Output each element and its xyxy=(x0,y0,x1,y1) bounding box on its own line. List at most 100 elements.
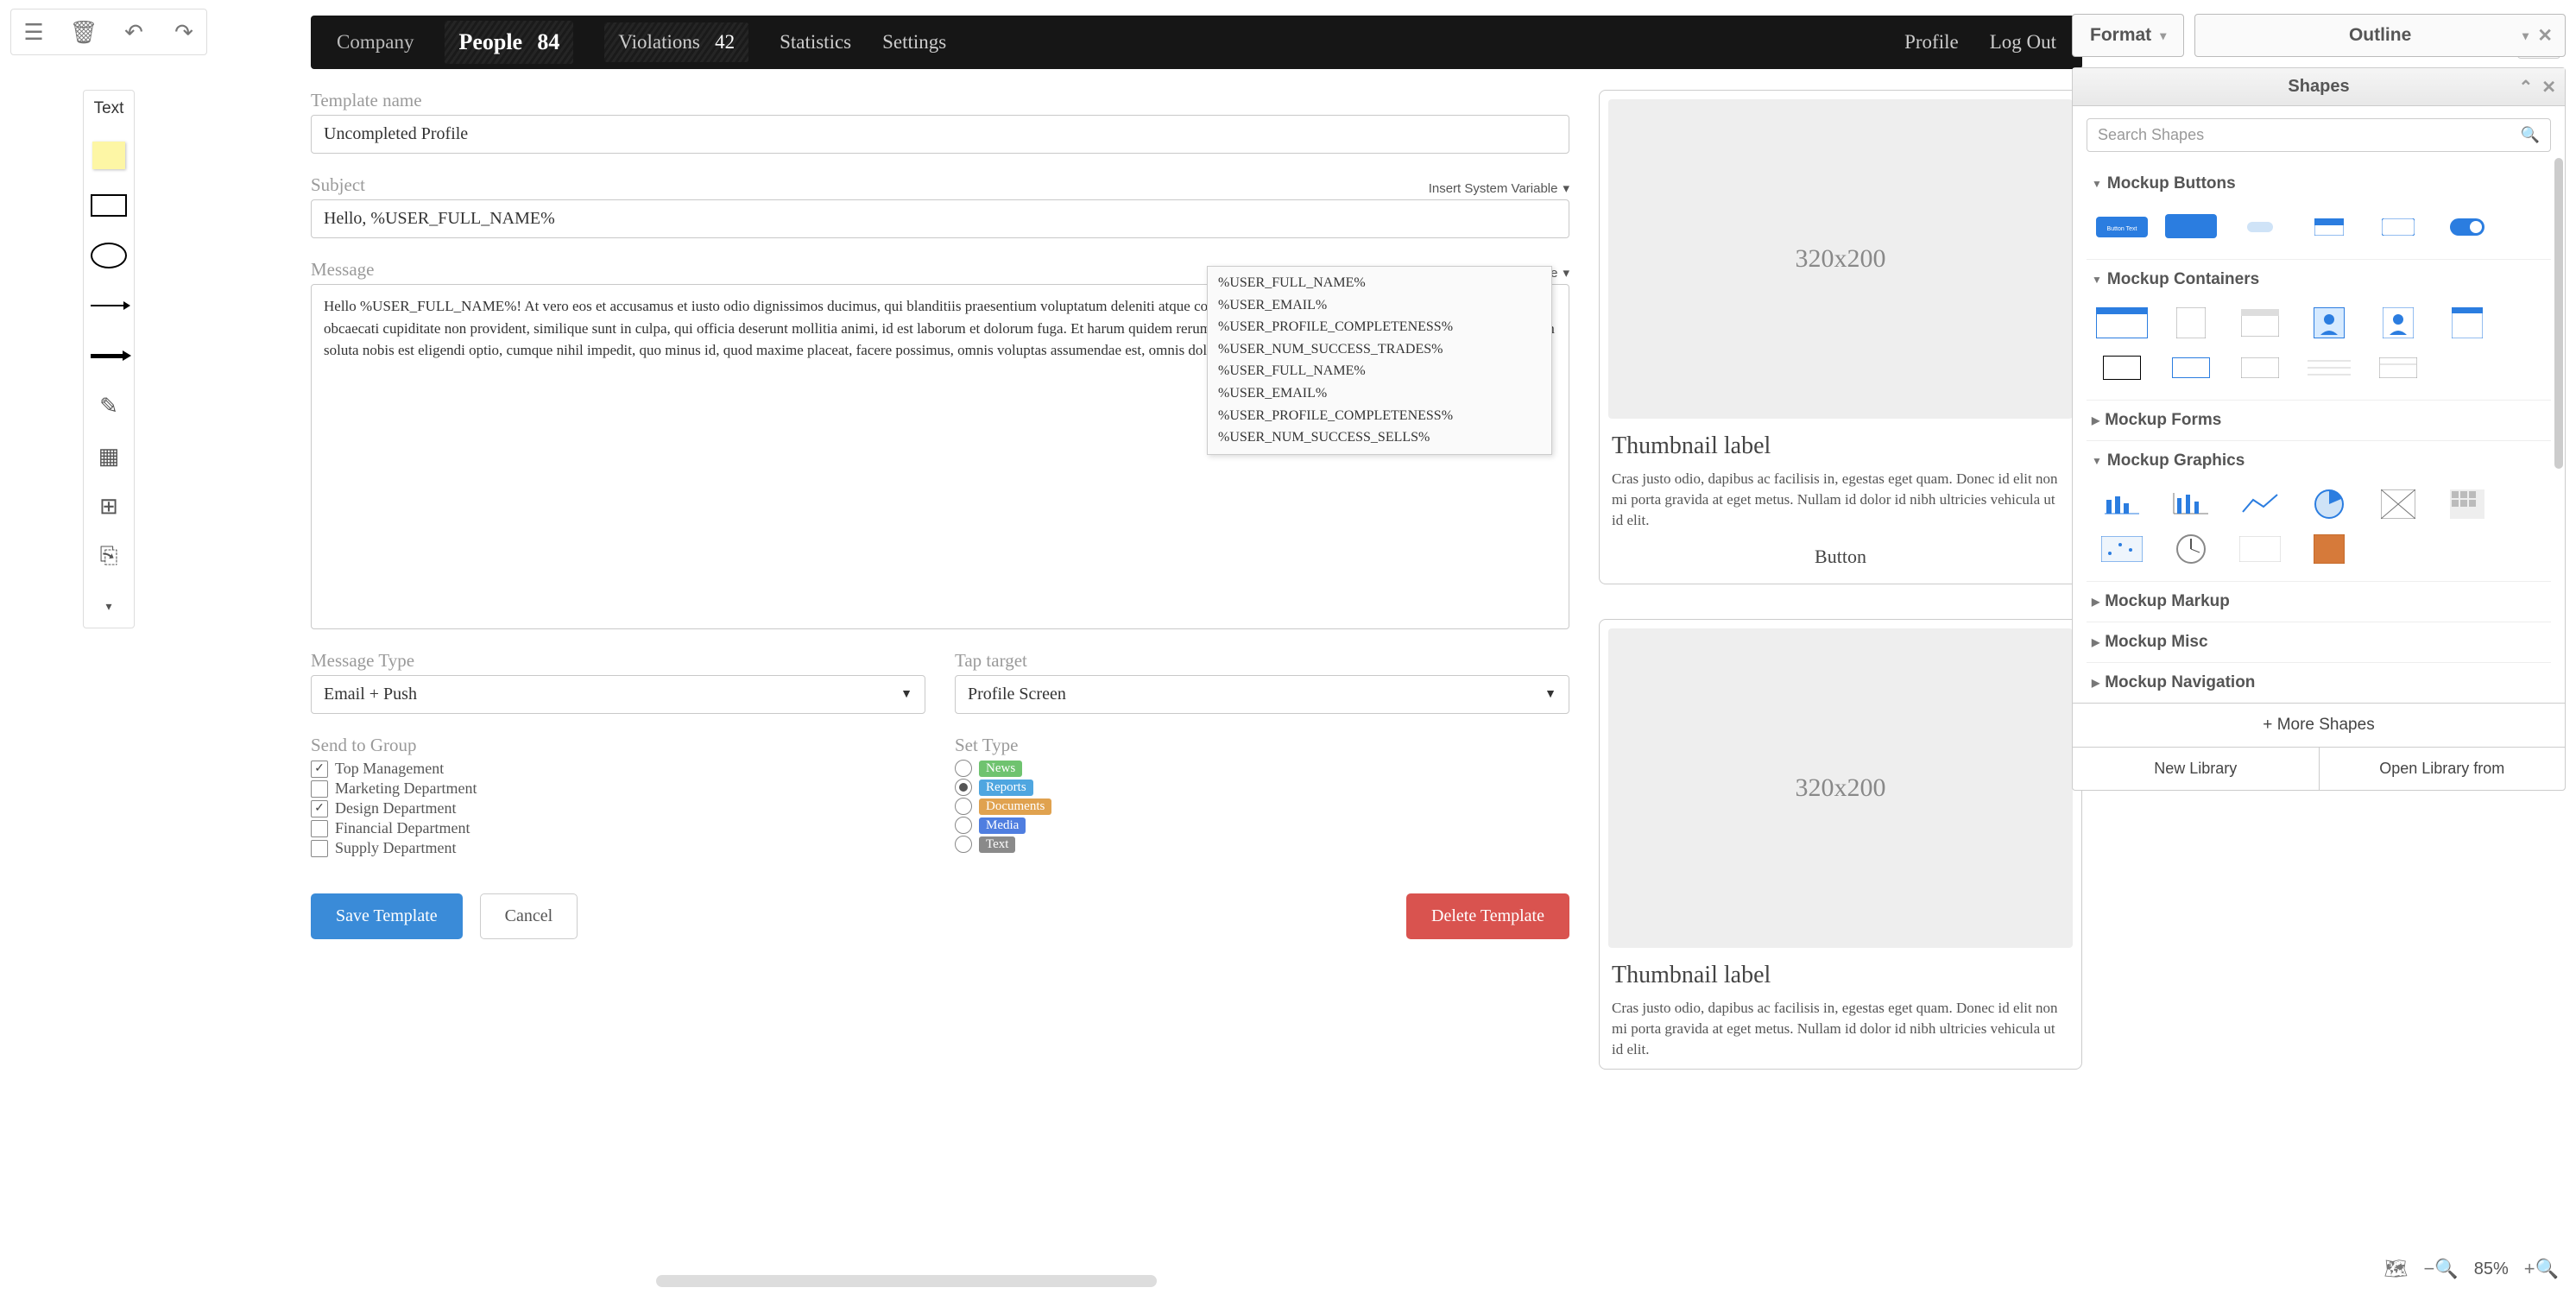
text-tool[interactable]: Text xyxy=(94,99,124,118)
category-header[interactable]: ▶Mockup Forms xyxy=(2087,400,2551,440)
shape-scatter[interactable] xyxy=(2092,531,2152,567)
message-type-select[interactable]: Email + Push ▼ xyxy=(311,675,925,714)
type-radio-item[interactable]: Documents xyxy=(955,798,1569,815)
new-library-button[interactable]: New Library xyxy=(2073,748,2320,790)
shape-avatar[interactable] xyxy=(2368,305,2428,341)
open-library-button[interactable]: Open Library from xyxy=(2320,748,2566,790)
group-checkbox-item[interactable]: Marketing Department xyxy=(311,780,925,798)
horizontal-scrollbar[interactable] xyxy=(656,1275,1157,1287)
shape-columnchart[interactable] xyxy=(2161,486,2221,522)
rectangle-tool[interactable] xyxy=(91,193,127,218)
sticky-note-tool[interactable] xyxy=(91,142,127,168)
shape-button[interactable]: Button Text xyxy=(2092,209,2152,245)
variable-option[interactable]: %USER_NUM_SUCCESS_SELLS% xyxy=(1216,426,1543,449)
zoom-out-button[interactable]: −🔍 xyxy=(2423,1258,2458,1280)
type-radio-item[interactable]: Media xyxy=(955,817,1569,834)
shape-rect-black[interactable] xyxy=(2092,350,2152,386)
nav-violations-group[interactable]: Violations 42 xyxy=(604,22,748,62)
shape-tabbed[interactable] xyxy=(2368,350,2428,386)
arrow-tool[interactable] xyxy=(91,343,127,369)
cancel-button[interactable]: Cancel xyxy=(480,893,578,939)
undo-button[interactable]: ↶ xyxy=(117,15,151,49)
category-header[interactable]: ▼Mockup Containers xyxy=(2087,259,2551,300)
type-radio-item[interactable]: Reports xyxy=(955,779,1569,796)
variable-option[interactable]: %USER_EMAIL% xyxy=(1216,294,1543,317)
shape-grid[interactable] xyxy=(2437,486,2497,522)
variable-option[interactable]: %USER_EMAIL% xyxy=(1216,382,1543,405)
shape-panel[interactable] xyxy=(2161,305,2221,341)
menu-button[interactable]: ☰ xyxy=(16,15,51,49)
shape-lines[interactable] xyxy=(2299,350,2359,386)
category-header[interactable]: ▼Mockup Graphics xyxy=(2087,440,2551,481)
shape-window[interactable] xyxy=(2092,305,2152,341)
nav-logout[interactable]: Log Out xyxy=(1990,31,2056,54)
canvas[interactable]: Company People 84 Violations 42 Statisti… xyxy=(311,16,2082,1104)
shape-placeholder[interactable] xyxy=(2368,486,2428,522)
shape-barchart[interactable] xyxy=(2092,486,2152,522)
variable-option[interactable]: %USER_FULL_NAME% xyxy=(1216,360,1543,382)
group-checkbox-item[interactable]: Supply Department xyxy=(311,839,925,857)
thumbnail-button[interactable]: Button xyxy=(1608,546,2073,568)
collapse-icon[interactable]: ⌃ xyxy=(2518,76,2533,98)
category-header[interactable]: ▶Mockup Markup xyxy=(2087,581,2551,622)
outline-panel-button[interactable]: Outline ▾ ✕ xyxy=(2194,14,2566,57)
shapes-tool[interactable]: ▦ xyxy=(91,443,127,469)
shape-toggle[interactable] xyxy=(2437,209,2497,245)
category-header[interactable]: ▼Mockup Buttons xyxy=(2087,164,2551,204)
shape-avatar-portrait[interactable] xyxy=(2299,305,2359,341)
nav-brand[interactable]: Company xyxy=(337,31,414,54)
close-icon[interactable]: ✕ xyxy=(2537,25,2553,47)
variable-option[interactable]: %USER_NUM_SUCCESS_TRADES% xyxy=(1216,338,1543,361)
variable-option[interactable]: %USER_FULL_NAME% xyxy=(1216,272,1543,294)
nav-item-settings[interactable]: Settings xyxy=(882,31,946,54)
search-shapes-input[interactable]: Search Shapes 🔍 xyxy=(2087,118,2551,152)
variable-option[interactable]: %USER_PROFILE_COMPLETENESS% xyxy=(1216,405,1543,427)
shape-pill[interactable] xyxy=(2230,209,2290,245)
shape-input[interactable] xyxy=(2368,209,2428,245)
save-template-button[interactable]: Save Template xyxy=(311,893,463,939)
template-name-input[interactable]: Uncompleted Profile xyxy=(311,115,1569,154)
category-header[interactable]: ▶Mockup Navigation xyxy=(2087,662,2551,703)
shape-linechart[interactable] xyxy=(2230,486,2290,522)
shape-piechart[interactable] xyxy=(2299,486,2359,522)
nav-profile[interactable]: Profile xyxy=(1904,31,1959,54)
shape-gauge[interactable] xyxy=(2161,531,2221,567)
mockup-top-nav: Company People 84 Violations 42 Statisti… xyxy=(311,16,2082,69)
shape-card[interactable] xyxy=(2299,209,2359,245)
table-tool[interactable]: ⊞ xyxy=(91,493,127,519)
freehand-tool[interactable]: ✎ xyxy=(91,393,127,419)
shape-browser[interactable] xyxy=(2230,305,2290,341)
subject-input[interactable]: Hello, %USER_FULL_NAME% xyxy=(311,199,1569,238)
group-label: Design Department xyxy=(335,799,456,817)
redo-button[interactable]: ↷ xyxy=(167,15,201,49)
more-shapes-button[interactable]: + More Shapes xyxy=(2073,703,2565,747)
group-checkbox-item[interactable]: ✓Top Management xyxy=(311,760,925,778)
add-page-tool[interactable]: ⎘ xyxy=(91,543,127,569)
format-panel-button[interactable]: Format ▾ xyxy=(2072,14,2184,57)
zoom-in-button[interactable]: +🔍 xyxy=(2524,1258,2559,1280)
subject-insert-variable[interactable]: Insert System Variable ▾ xyxy=(1429,180,1569,196)
panel-scrollbar[interactable] xyxy=(2554,158,2563,469)
nav-item-statistics[interactable]: Statistics xyxy=(780,31,851,54)
expand-tools[interactable]: ▾ xyxy=(91,593,127,619)
shape-titled-box[interactable] xyxy=(2437,305,2497,341)
category-header[interactable]: ▶Mockup Misc xyxy=(2087,622,2551,662)
delete-template-button[interactable]: Delete Template xyxy=(1406,893,1569,939)
group-checkbox-item[interactable]: Financial Department xyxy=(311,819,925,837)
tap-target-select[interactable]: Profile Screen ▼ xyxy=(955,675,1569,714)
shape-rect-gray[interactable] xyxy=(2230,350,2290,386)
map-icon[interactable]: 🗺 xyxy=(2384,1258,2409,1280)
shape-rect-blue[interactable] xyxy=(2161,350,2221,386)
shape-texture[interactable] xyxy=(2299,531,2359,567)
close-icon[interactable]: ✕ xyxy=(2541,76,2556,98)
nav-people-group[interactable]: People 84 xyxy=(445,21,573,64)
line-tool[interactable] xyxy=(91,293,127,319)
shape-button-two-row[interactable] xyxy=(2161,209,2221,245)
trash-button[interactable]: 🗑 xyxy=(66,15,101,49)
type-radio-item[interactable]: Text xyxy=(955,836,1569,853)
group-checkbox-item[interactable]: ✓Design Department xyxy=(311,799,925,817)
shape-blank[interactable] xyxy=(2230,531,2290,567)
type-radio-item[interactable]: News xyxy=(955,760,1569,777)
ellipse-tool[interactable] xyxy=(91,243,127,268)
variable-option[interactable]: %USER_PROFILE_COMPLETENESS% xyxy=(1216,316,1543,338)
